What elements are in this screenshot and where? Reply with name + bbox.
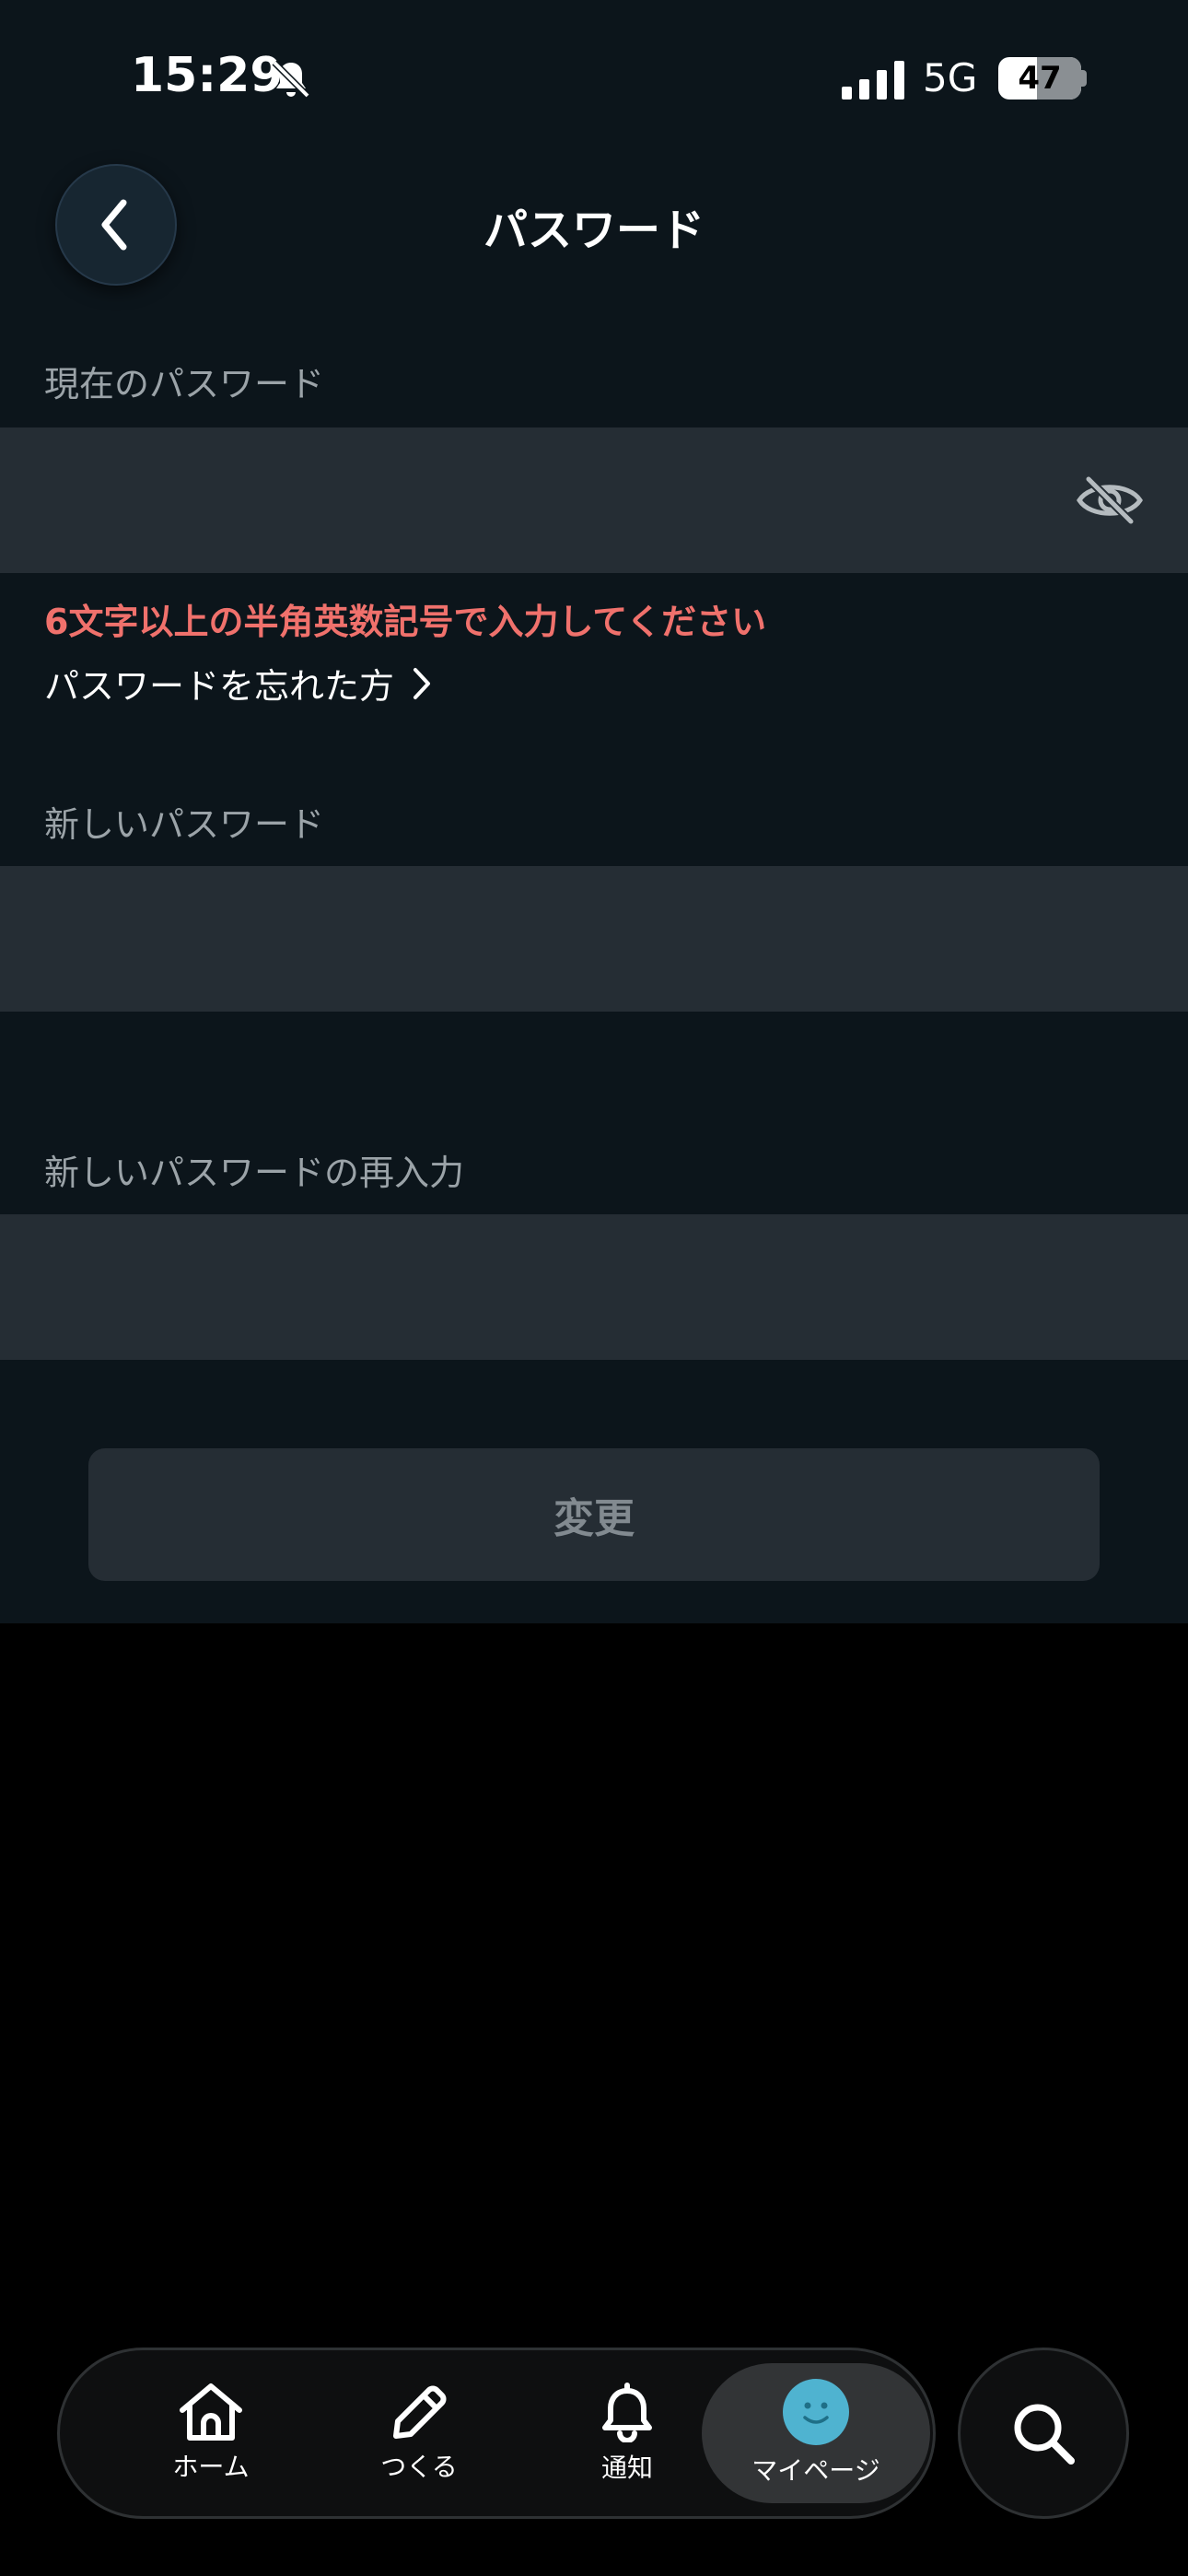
confirm-password-label: 新しいパスワードの再入力: [44, 1153, 465, 1193]
avatar-icon: [783, 2379, 849, 2445]
tab-home-label: ホーム: [172, 2452, 250, 2482]
battery-icon: 47: [998, 57, 1081, 100]
network-label: 5G: [923, 55, 978, 100]
tab-mypage-label: マイページ: [751, 2455, 880, 2486]
tab-bar: ホーム つくる 通知 マイページ: [57, 2348, 936, 2519]
change-button[interactable]: 変更: [88, 1448, 1100, 1581]
chevron-right-icon: [413, 667, 431, 699]
battery-cap: [1081, 70, 1087, 87]
current-password-label: 現在のパスワード: [44, 364, 325, 404]
search-button[interactable]: [958, 2348, 1129, 2519]
password-screen: 15:29 5G 47 パスワード 現在のパスワード 6文字以上の半角英数記号で…: [0, 0, 1188, 1623]
tab-home[interactable]: ホーム: [102, 2350, 320, 2516]
tab-notifications-label: 通知: [600, 2453, 653, 2483]
home-icon: [180, 2383, 242, 2441]
eye-off-icon[interactable]: [1076, 474, 1144, 527]
bell-off-icon: [272, 60, 310, 99]
tab-mypage[interactable]: マイページ: [702, 2363, 930, 2503]
new-password-label: 新しいパスワード: [44, 804, 325, 845]
status-time: 15:29: [131, 48, 284, 103]
battery-percent: 47: [1018, 60, 1062, 97]
bell-icon: [602, 2383, 652, 2442]
current-password-input[interactable]: [0, 427, 1188, 573]
page-title: パスワード: [483, 205, 705, 256]
tab-create-label: つくる: [380, 2452, 458, 2482]
password-error-message: 6文字以上の半角英数記号で入力してください: [44, 602, 767, 642]
signal-icon: [842, 61, 904, 100]
confirm-password-input[interactable]: [0, 1214, 1188, 1360]
new-password-input[interactable]: [0, 866, 1188, 1012]
forgot-password-label: パスワードを忘れた方: [44, 666, 395, 707]
pencil-icon: [393, 2385, 447, 2439]
search-icon: [1014, 2404, 1075, 2465]
forgot-password-link[interactable]: パスワードを忘れた方: [44, 658, 433, 708]
tab-create[interactable]: つくる: [310, 2350, 528, 2516]
